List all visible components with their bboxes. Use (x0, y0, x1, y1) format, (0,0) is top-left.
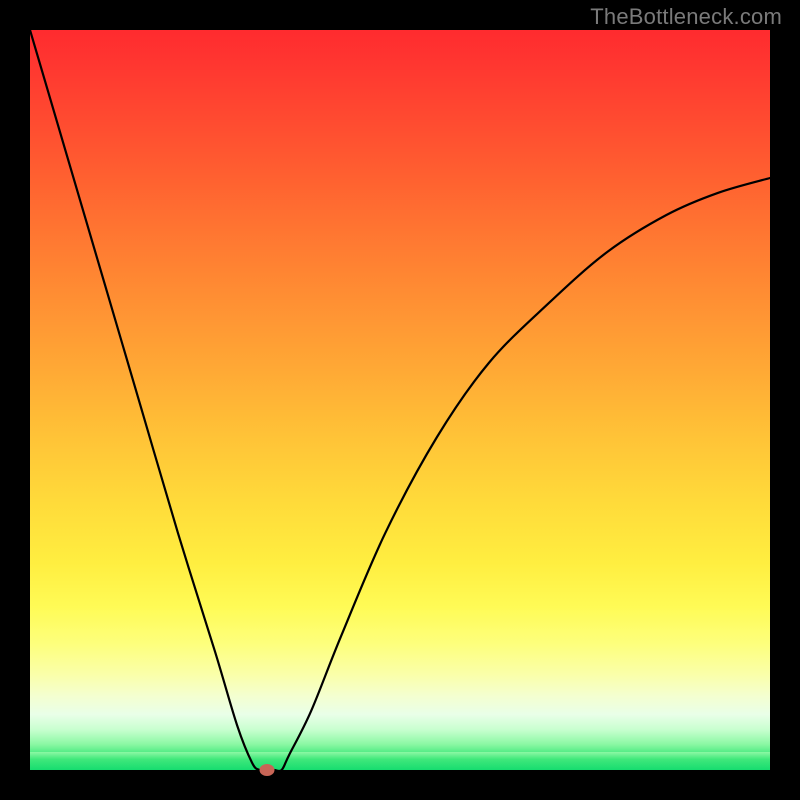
app-root: TheBottleneck.com (0, 0, 800, 800)
watermark-text: TheBottleneck.com (590, 4, 782, 30)
plot-area (30, 30, 770, 770)
bottleneck-curve (30, 30, 770, 770)
optimum-marker (259, 764, 274, 776)
